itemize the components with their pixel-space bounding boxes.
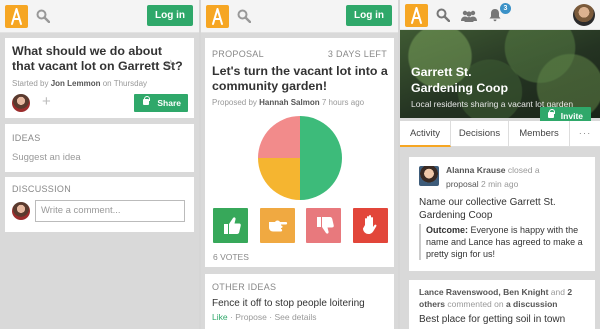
separator: ·	[229, 312, 233, 322]
group-tabs: Activity Decisions Members ···	[400, 121, 600, 147]
outcome-statement: Outcome: Everyone is happy with the name…	[419, 224, 589, 260]
hand-point-icon	[260, 208, 295, 243]
login-button[interactable]: Log in	[147, 5, 193, 26]
see-details-link[interactable]: See details	[274, 312, 316, 322]
discussion-link[interactable]: a discussion	[506, 299, 558, 309]
group-screen: 3 Garrett St. Gardening Coop Local resid…	[400, 0, 600, 329]
vote-pie-chart	[258, 116, 342, 200]
stop-hand-icon	[353, 208, 388, 243]
app-screens: Log in What should we do about that vaca…	[0, 0, 600, 329]
started-prefix: Started by	[12, 79, 49, 88]
suggest-idea-link[interactable]: Suggest an idea	[12, 152, 81, 163]
disagree-button[interactable]	[306, 208, 341, 243]
actor-names[interactable]: Lance Ravenswood, Ben Knight	[419, 287, 548, 297]
avatar	[12, 202, 30, 220]
proposed-time: 7 hours ago	[321, 98, 365, 107]
thumbs-down-icon	[306, 208, 341, 243]
activity-and: and	[550, 287, 565, 297]
loomio-logo-icon[interactable]	[5, 5, 28, 28]
pie-slice-disagree	[258, 116, 300, 158]
star-icon[interactable]: ☆	[165, 57, 177, 73]
idea-actions: Like · Propose · See details	[212, 312, 317, 322]
search-icon[interactable]	[36, 9, 51, 24]
started-suffix: on Thursday	[102, 79, 148, 88]
proposal-meta: Proposed by Hannah Salmon 7 hours ago	[212, 97, 372, 108]
ideas-title: IDEAS	[12, 133, 41, 143]
top-bar: 3	[400, 0, 600, 30]
top-bar: Log in	[0, 0, 199, 33]
lock-icon	[548, 109, 555, 118]
vote-count: 6 VOTES	[213, 252, 249, 262]
loomio-logo-icon[interactable]	[405, 4, 428, 27]
proposal-screen: Log in PROPOSAL 3 DAYS LEFT Let's turn t…	[201, 0, 398, 329]
login-button[interactable]: Log in	[346, 5, 392, 26]
proposed-prefix: Proposed by	[212, 98, 257, 107]
activity-item: Lance Ravenswood, Ben Knight and 2 other…	[409, 280, 595, 329]
proposal-label: PROPOSAL	[212, 49, 264, 59]
other-ideas-title: OTHER IDEAS	[212, 282, 277, 292]
proposal-card: PROPOSAL 3 DAYS LEFT Let's turn the vaca…	[205, 38, 394, 267]
proposal-link[interactable]: proposal	[446, 179, 479, 189]
share-label: Share	[157, 98, 181, 108]
top-bar: Log in	[201, 0, 398, 33]
notification-badge: 3	[500, 3, 511, 14]
proposer-name[interactable]: Hannah Salmon	[259, 98, 319, 107]
tab-more[interactable]: ···	[570, 121, 600, 147]
abstain-button[interactable]	[260, 208, 295, 243]
group-cover: Garrett St. Gardening Coop Local residen…	[400, 30, 600, 125]
idea-title[interactable]: Fence it off to stop people loitering	[212, 298, 365, 309]
proposal-title: Let's turn the vacant lot into a communi…	[212, 64, 388, 93]
outcome-label: Outcome:	[426, 225, 469, 235]
block-button[interactable]	[353, 208, 388, 243]
search-icon[interactable]	[237, 9, 252, 24]
activity-header: Lance Ravenswood, Ben Knight and 2 other…	[419, 286, 591, 310]
actor-name[interactable]: Alanna Krause	[446, 165, 506, 175]
loomio-logo-icon[interactable]	[206, 5, 229, 28]
ideas-card: IDEAS Suggest an idea	[5, 124, 194, 172]
author-name[interactable]: Jon Lemmon	[51, 79, 101, 88]
thumbs-up-icon	[213, 208, 248, 243]
group-name: Garrett St. Gardening Coop	[411, 65, 509, 95]
search-icon[interactable]	[436, 8, 451, 23]
bell-icon[interactable]	[489, 8, 501, 22]
activity-item: Alanna Krause closed a proposal 2 min ag…	[409, 157, 595, 271]
discussion-meta: Started by Jon Lemmon on Thursday	[12, 79, 147, 88]
days-left: 3 DAYS LEFT	[327, 49, 387, 59]
tab-activity[interactable]: Activity	[400, 121, 451, 147]
pie-slice-agree	[300, 116, 342, 200]
lock-icon	[143, 96, 150, 105]
avatar[interactable]	[12, 94, 30, 112]
like-link[interactable]: Like	[212, 312, 228, 322]
discussion-card: What should we do about that vacant lot …	[5, 38, 194, 118]
plus-icon[interactable]: +	[42, 93, 51, 110]
tab-members[interactable]: Members	[509, 121, 570, 147]
other-ideas-card: OTHER IDEAS Fence it off to stop people …	[205, 274, 394, 329]
propose-link[interactable]: Propose	[235, 312, 267, 322]
discussion-screen: Log in What should we do about that vaca…	[0, 0, 199, 329]
activity-subheader: proposal 2 min ago	[446, 179, 518, 189]
discussion-title-text: What should we do about that vacant lot …	[12, 44, 183, 73]
discussion-title[interactable]: Best place for getting soil in town	[419, 314, 565, 325]
avatar[interactable]	[573, 4, 595, 26]
group-icon[interactable]	[461, 9, 477, 22]
tab-decisions[interactable]: Decisions	[451, 121, 509, 147]
discussion-title: What should we do about that vacant lot …	[12, 44, 184, 74]
pie-slice-abstain	[258, 158, 300, 200]
agree-button[interactable]	[213, 208, 248, 243]
avatar[interactable]	[419, 166, 439, 186]
activity-verb: commented on	[447, 299, 504, 309]
discussion-section-title: DISCUSSION	[12, 184, 72, 194]
invite-label: Invite	[560, 111, 583, 121]
activity-verb: closed a	[507, 165, 540, 175]
activity-header: Alanna Krause closed a	[446, 165, 540, 175]
proposal-name[interactable]: Name our collective Garrett St. Gardenin…	[419, 196, 584, 222]
share-button[interactable]: Share	[134, 94, 188, 112]
separator: ·	[269, 312, 273, 322]
comment-card: DISCUSSION Write a comment...	[5, 177, 194, 232]
activity-time: 2 min ago	[480, 179, 519, 189]
comment-input[interactable]: Write a comment...	[35, 200, 185, 222]
